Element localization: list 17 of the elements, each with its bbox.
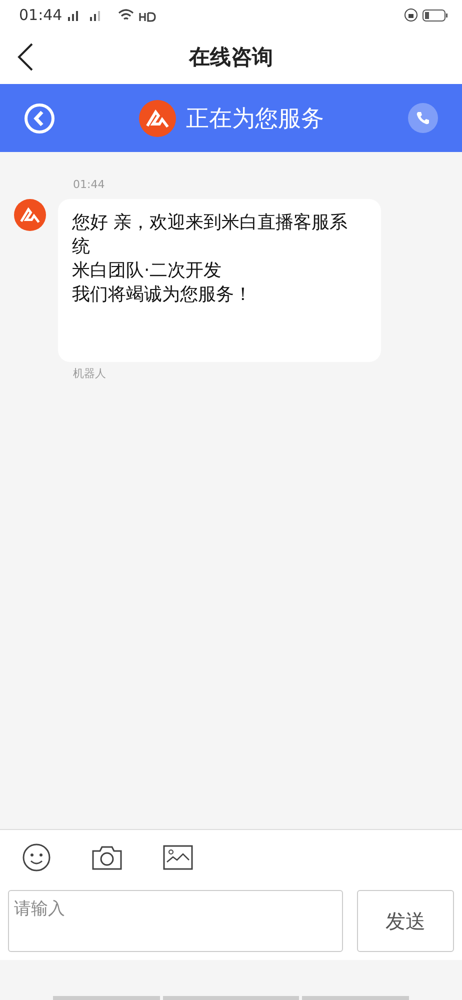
message-input[interactable]: 请输入 (8, 890, 343, 952)
image-icon[interactable] (163, 844, 193, 870)
send-button[interactable]: 发送 (357, 890, 454, 952)
battery-icon (422, 8, 448, 22)
smiley-icon[interactable] (22, 842, 51, 872)
phone-icon (415, 110, 431, 126)
logo-icon (139, 100, 176, 136)
service-title: 正在为您服务 (186, 104, 324, 134)
logo-icon (14, 199, 46, 231)
sender-label: 机器人 (73, 366, 107, 381)
status-time: 01:44 (19, 6, 62, 24)
back-circle-icon[interactable] (24, 102, 55, 134)
wifi-icon (118, 8, 134, 22)
message-time: 01:44 (73, 178, 106, 191)
message-bubble: 您好 亲，欢迎来到米白直播客服系统 米白团队·二次开发 我们将竭诚为您服务！ (58, 199, 381, 362)
page-title: 在线咨询 (189, 44, 273, 71)
phone-button[interactable] (408, 103, 438, 133)
